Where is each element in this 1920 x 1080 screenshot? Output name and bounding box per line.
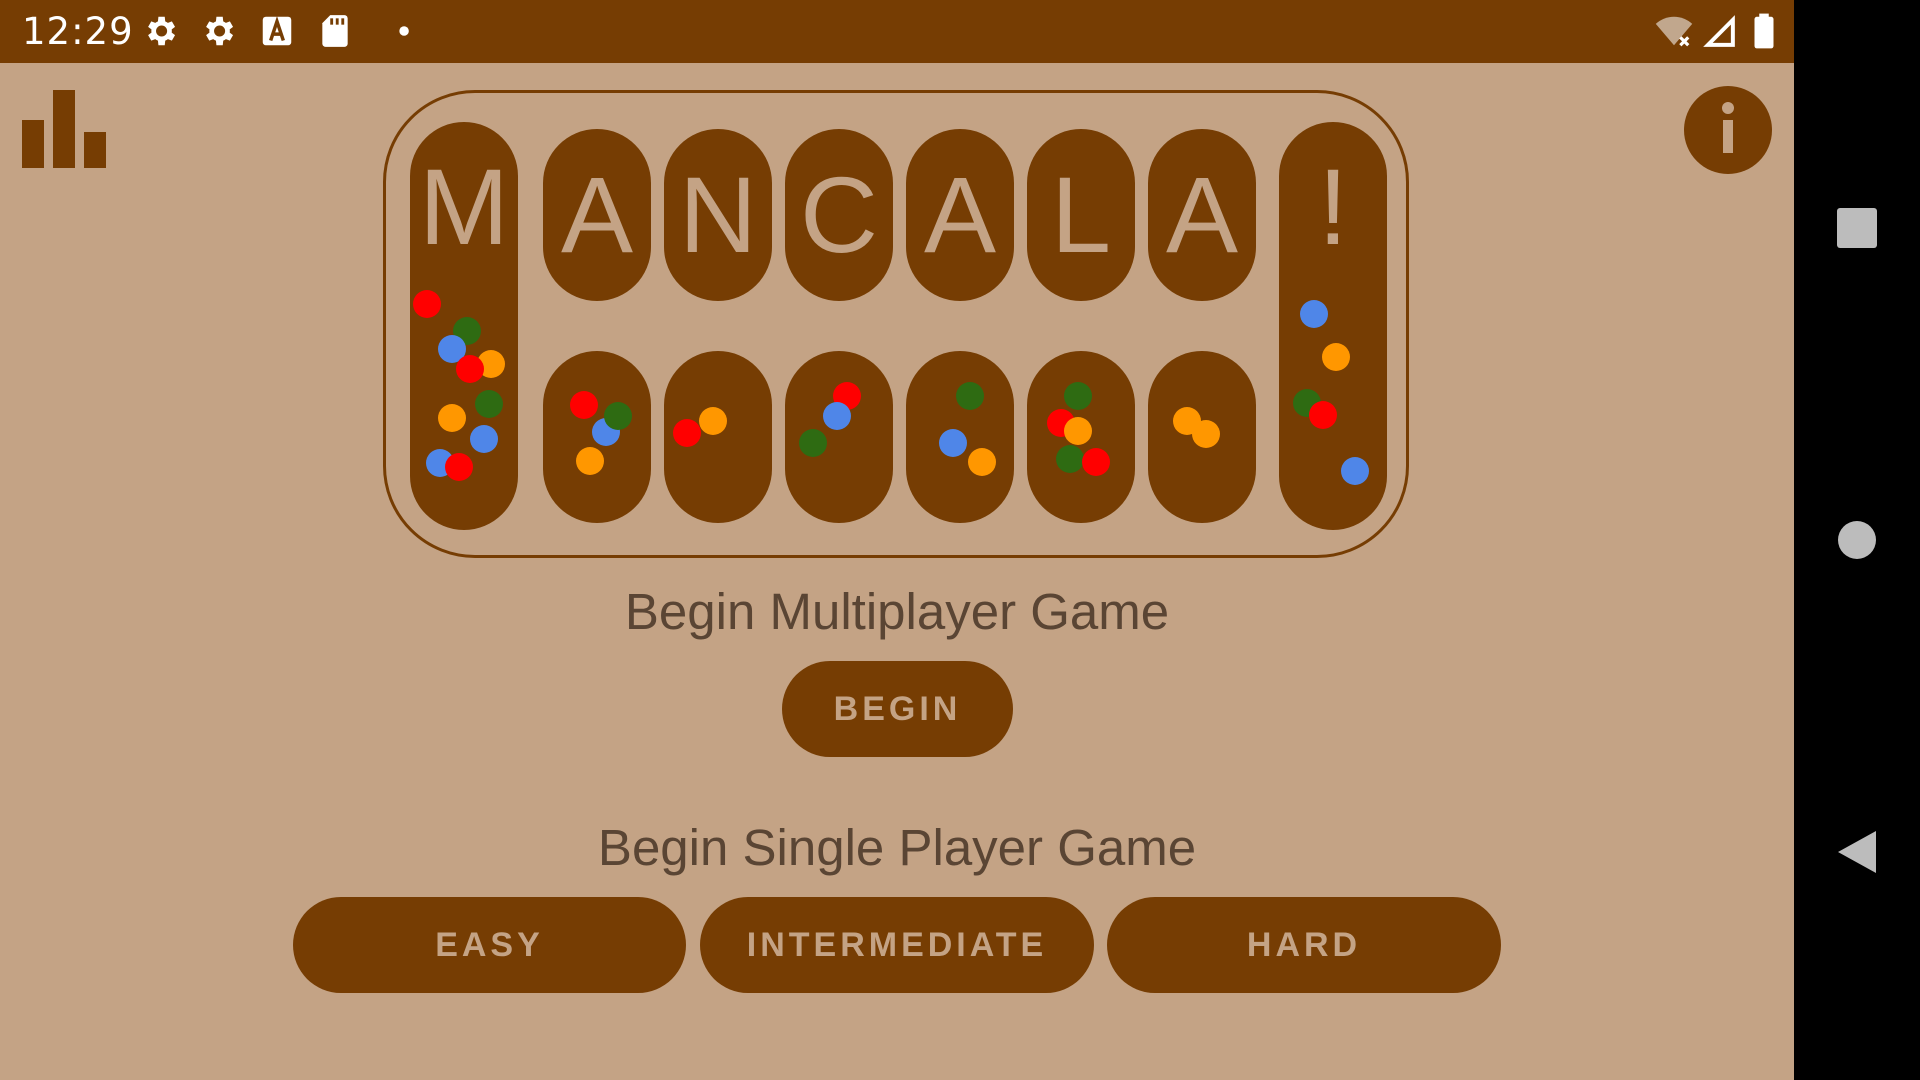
stone-green (604, 402, 632, 430)
square-icon (1837, 208, 1877, 248)
stone-orange (438, 404, 466, 432)
stone-red (413, 290, 441, 318)
title-letter: ! (1317, 146, 1348, 267)
stone-green (956, 382, 984, 410)
notification-dot-icon (399, 26, 409, 36)
stone-red (570, 391, 598, 419)
back-triangle-icon (1838, 831, 1876, 873)
battery-icon (1754, 13, 1774, 49)
stone-red (1309, 401, 1337, 429)
stone-green (475, 390, 503, 418)
stone-red (445, 453, 473, 481)
title-pit: A (906, 129, 1014, 301)
home-button[interactable] (1794, 477, 1920, 603)
circle-icon (1838, 521, 1876, 559)
navigation-bar (1794, 0, 1920, 1080)
stone-orange (1322, 343, 1350, 371)
stone-blue (470, 425, 498, 453)
stone-green (1056, 445, 1084, 473)
begin-multiplayer-button[interactable]: BEGIN (782, 661, 1013, 757)
intermediate-button[interactable]: INTERMEDIATE (700, 897, 1094, 993)
title-letter: A (923, 154, 997, 275)
wifi-off-icon (1655, 16, 1693, 47)
title-letter: A (560, 154, 634, 275)
title-pit: N (664, 129, 772, 301)
title-pit: A (1148, 129, 1256, 301)
single-player-heading: Begin Single Player Game (597, 819, 1197, 876)
stone-red (673, 419, 701, 447)
title-letter: C (800, 154, 878, 275)
cell-signal-icon (1703, 15, 1735, 47)
stone-blue (1341, 457, 1369, 485)
title-letter: M (419, 146, 509, 267)
stone-orange (968, 448, 996, 476)
back-button[interactable] (1794, 789, 1920, 915)
stone-blue (939, 429, 967, 457)
stone-blue (823, 402, 851, 430)
mancala-board: M A N C A L A ! (383, 90, 1409, 558)
stone-blue (1300, 300, 1328, 328)
stone-green (799, 429, 827, 457)
title-letter: L (1050, 154, 1112, 275)
overview-button[interactable] (1794, 165, 1920, 291)
text-a-icon (262, 15, 292, 46)
title-pit: A (543, 129, 651, 301)
stone-orange (1064, 417, 1092, 445)
easy-button[interactable]: EASY (293, 897, 686, 993)
title-pit: L (1027, 129, 1135, 301)
stone-orange (1192, 420, 1220, 448)
title-letter: N (679, 154, 757, 275)
stats-button[interactable] (18, 86, 110, 170)
status-bar: 12:29 (0, 0, 1794, 63)
app-screen: 12:29 M A N C A L A ! Begin Multiplayer … (0, 0, 1794, 1080)
info-button[interactable] (1684, 86, 1772, 174)
multiplayer-heading: Begin Multiplayer Game (624, 583, 1170, 640)
stone-green (1064, 382, 1092, 410)
status-time: 12:29 (22, 10, 134, 53)
hard-button[interactable]: HARD (1107, 897, 1501, 993)
right-store[interactable]: ! (1279, 122, 1387, 530)
stone-red (456, 355, 484, 383)
info-icon (1722, 102, 1734, 153)
title-pit: C (785, 129, 893, 301)
stone-orange (576, 447, 604, 475)
gear-icon (148, 16, 176, 46)
gear-icon (206, 16, 234, 46)
stone-red (1082, 448, 1110, 476)
sd-card-icon (322, 15, 348, 47)
title-letter: A (1165, 154, 1239, 275)
bar-chart-icon (22, 90, 106, 168)
stone-orange (699, 407, 727, 435)
